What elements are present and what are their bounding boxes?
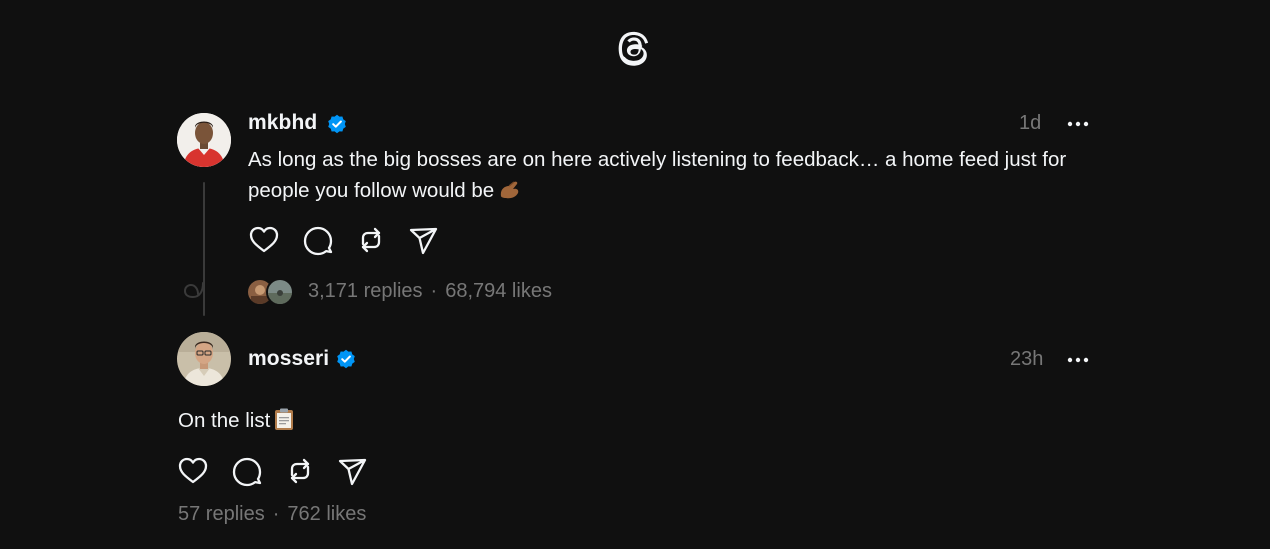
share-icon[interactable] bbox=[337, 455, 369, 487]
verified-badge-icon bbox=[337, 349, 355, 369]
like-icon[interactable] bbox=[248, 224, 280, 256]
repost-icon[interactable] bbox=[284, 455, 316, 487]
replies-count[interactable]: 3,171 replies bbox=[308, 280, 423, 302]
post-stats: 3,171 replies · 68,794 likes bbox=[308, 280, 552, 303]
avatar-mkbhd[interactable] bbox=[177, 113, 231, 167]
reply-icon[interactable] bbox=[231, 455, 263, 487]
post-stats: 57 replies · 762 likes bbox=[178, 503, 366, 526]
stats-separator: · bbox=[272, 503, 280, 525]
share-icon[interactable] bbox=[408, 224, 440, 256]
threads-post-view: mkbhd 1d As long as the big bosses are o… bbox=[0, 0, 1270, 549]
replies-count[interactable]: 57 replies bbox=[178, 503, 265, 525]
post-username[interactable]: mkbhd bbox=[248, 111, 317, 135]
threads-logo-icon[interactable] bbox=[617, 30, 653, 68]
avatar-mosseri[interactable] bbox=[177, 332, 231, 386]
verified-badge-icon bbox=[328, 114, 346, 134]
likes-count[interactable]: 762 likes bbox=[287, 503, 366, 525]
more-options-icon[interactable] bbox=[1067, 357, 1089, 363]
clipboard-emoji bbox=[275, 408, 294, 430]
replier-avatar bbox=[266, 278, 294, 306]
likes-count[interactable]: 68,794 likes bbox=[445, 280, 552, 302]
like-icon[interactable] bbox=[177, 455, 209, 487]
post-text: On the list bbox=[178, 409, 271, 432]
post-body: On the list bbox=[178, 405, 578, 436]
post-text: As long as the big bosses are on here ac… bbox=[248, 148, 1067, 202]
thread-loop-icon bbox=[183, 282, 204, 299]
stats-separator: · bbox=[430, 280, 438, 302]
post-body: As long as the big bosses are on here ac… bbox=[248, 144, 1108, 206]
post-timestamp: 23h bbox=[1010, 348, 1044, 370]
more-options-icon[interactable] bbox=[1067, 121, 1089, 127]
repost-icon[interactable] bbox=[355, 224, 387, 256]
post-timestamp: 1d bbox=[1019, 112, 1042, 134]
reply-icon[interactable] bbox=[302, 224, 334, 256]
pinching-hand-emoji bbox=[501, 181, 519, 199]
post-username[interactable]: mosseri bbox=[248, 347, 329, 371]
